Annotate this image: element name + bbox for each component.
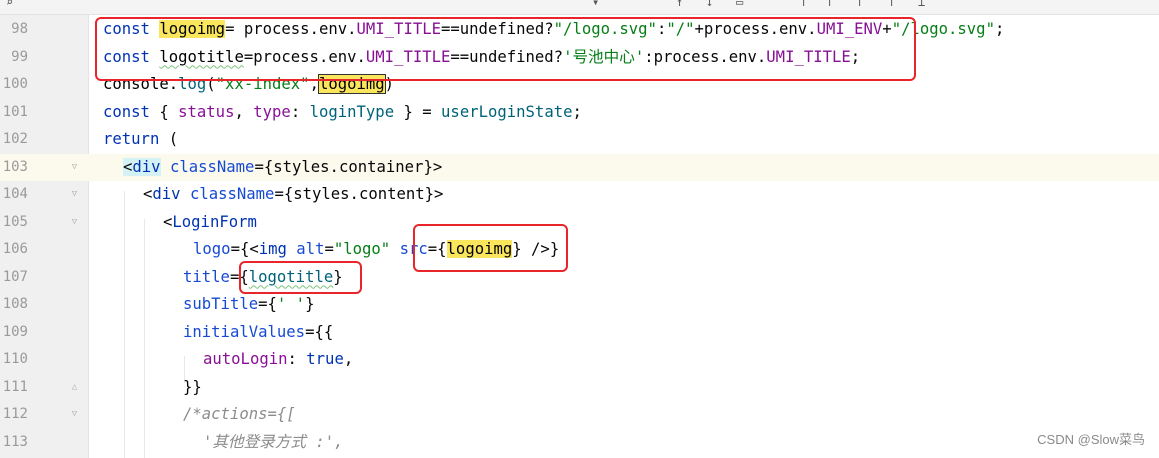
code-line[interactable]: 110 autoLogin: true, — [0, 346, 1159, 374]
line-number: 104 — [2, 186, 28, 202]
filter-icon[interactable]: ⊤ — [800, 0, 807, 9]
code-text: autoLogin: true, — [203, 350, 354, 368]
filter-icon[interactable]: ⊤ — [856, 0, 863, 9]
editor-toolbar-strip: ⌕ ▾ ↑ ↓ ▭ ⊤ ⊤ ⊤ ⊤ ⊥ — [0, 0, 1159, 15]
line-number: 113 — [2, 433, 28, 450]
code-line[interactable]: 106 logo={<img alt="logo" src={logoimg} … — [0, 236, 1159, 264]
line-number: 106 — [2, 241, 28, 257]
line-number: 101 — [2, 103, 28, 120]
line-number: 100 — [2, 76, 28, 92]
line-number: 103 — [2, 158, 28, 175]
window-icon[interactable]: ▭ — [736, 0, 743, 9]
code-line[interactable]: 112 ▽ /*actions={[ — [0, 401, 1159, 429]
fold-marker-icon[interactable]: ▽ — [70, 409, 79, 420]
code-line[interactable]: 105 ▽ <LoginForm — [0, 209, 1159, 237]
code-text: initialValues={{ — [183, 322, 334, 341]
arrow-down-icon[interactable]: ↓ — [706, 0, 713, 9]
line-number: 107 — [2, 268, 28, 285]
code-line-current[interactable]: 103 ▽ <div className={styles.container}> — [0, 153, 1159, 181]
code-text: <LoginForm — [163, 212, 257, 231]
code-line[interactable]: 102 return ( — [0, 126, 1159, 154]
search-icon[interactable]: ⌕ — [6, 0, 13, 9]
code-text: <div className={styles.content}> — [143, 185, 444, 203]
fold-marker-icon[interactable]: △ — [70, 382, 79, 393]
fold-marker-icon[interactable]: ▽ — [70, 189, 79, 200]
watermark: CSDN @Slow菜鸟 — [1037, 432, 1145, 447]
line-number: 98 — [11, 21, 28, 37]
code-line[interactable]: 104 ▽ <div className={styles.content}> — [0, 181, 1159, 209]
code-line[interactable]: 111 △ }} — [0, 374, 1159, 402]
code-text: '其他登录方式 :', — [203, 432, 344, 451]
code-line[interactable]: 109 initialValues={{ — [0, 319, 1159, 347]
filter-icon[interactable]: ⊤ — [826, 0, 833, 9]
annotation-box-const-declarations — [95, 17, 916, 81]
line-number: 112 — [2, 406, 28, 422]
line-number: 105 — [2, 213, 28, 230]
code-text: subTitle={' '} — [183, 295, 315, 313]
code-text: /*actions={[ — [183, 405, 296, 423]
dropdown-icon[interactable]: ▾ — [592, 0, 599, 9]
code-line[interactable]: 107 title={logotitle} — [0, 264, 1159, 292]
fold-marker-icon[interactable]: ▽ — [70, 162, 79, 173]
filter-icon[interactable]: ⊤ — [888, 0, 895, 9]
code-line[interactable]: 113 '其他登录方式 :', — [0, 429, 1159, 457]
code-line[interactable]: 101 const { status, type: loginType } = … — [0, 99, 1159, 127]
line-number: 110 — [2, 351, 28, 367]
line-number: 102 — [2, 131, 28, 147]
line-number: 108 — [2, 296, 28, 312]
code-line[interactable]: 108 subTitle={' '} — [0, 291, 1159, 319]
fold-marker-icon[interactable]: ▽ — [70, 217, 79, 228]
annotation-box-title-logotitle — [239, 261, 362, 294]
arrow-up-icon[interactable]: ↑ — [676, 0, 683, 9]
code-editor[interactable]: 98 const logoimg= process.env.UMI_TITLE=… — [0, 15, 1159, 458]
line-number: 99 — [11, 48, 28, 65]
pin-icon[interactable]: ⊥ — [918, 0, 925, 9]
code-text: return ( — [103, 130, 179, 148]
code-text: <div className={styles.container}> — [123, 157, 443, 176]
code-text: const { status, type: loginType } = user… — [103, 102, 582, 121]
line-number: 111 — [2, 378, 28, 395]
code-text: }} — [183, 377, 202, 396]
line-number: 109 — [2, 323, 28, 340]
annotation-box-src-logoimg — [413, 224, 568, 272]
